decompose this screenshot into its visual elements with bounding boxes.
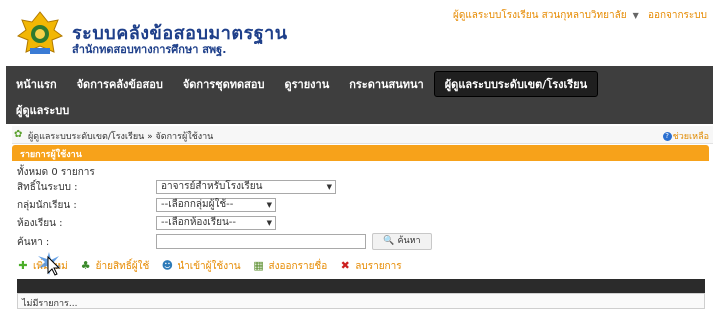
role-label: สิทธิ์ในระบบ : xyxy=(17,182,78,193)
main-nav: หน้าแรก จัดการคลังข้อสอบ จัดการชุดทดสอบ … xyxy=(6,66,713,124)
home-gear-icon: ✿ xyxy=(14,129,23,140)
room-select[interactable]: --เลือกห้องเรียน-- ▼ xyxy=(156,216,276,230)
role-select[interactable]: อาจารย์สำหรับโรงเรียน ▼ xyxy=(156,180,336,194)
nav-item-test-sets[interactable]: จัดการชุดทดสอบ xyxy=(173,72,275,96)
help-icon: ? xyxy=(662,132,672,141)
panel-title: รายการผู้ใช้งาน xyxy=(20,150,82,160)
search-icon: 🔍 xyxy=(383,236,395,246)
delete-icon: ✖ xyxy=(340,259,350,272)
plus-icon: ✚ xyxy=(18,259,28,272)
import-users-label: นำเข้าผู้ใช้งาน xyxy=(177,260,241,272)
action-toolbar: ✚เพิ่มใหม่ ♣ย้ายสิทธิ์ผู้ใช้ ☻นำเข้าผู้ใ… xyxy=(17,258,414,274)
import-users-button[interactable]: ☻ นำเข้าผู้ใช้งาน xyxy=(161,259,241,274)
chevron-down-icon: ▼ xyxy=(632,11,639,20)
site-subtitle: สำนักทดสอบทางการศึกษา สพฐ. xyxy=(72,43,227,56)
help-label: ช่วยเหลือ xyxy=(672,132,709,142)
group-select[interactable]: --เลือกกลุ่มผู้ใช้-- ▼ xyxy=(156,198,276,212)
chevron-down-icon: ▼ xyxy=(266,219,272,227)
grid-header xyxy=(17,279,705,293)
mouse-cursor-icon xyxy=(38,252,61,276)
record-count: ทั้งหมด 0 รายการ xyxy=(17,167,95,178)
chevron-down-icon: ▼ xyxy=(326,183,332,191)
room-select-value: --เลือกห้องเรียน-- xyxy=(161,217,237,228)
export-list-button[interactable]: ▦ ส่งออกรายชื่อ xyxy=(253,259,328,274)
group-label: กลุ่มนักเรียน : xyxy=(17,200,77,211)
panel-header: รายการผู้ใช้งาน xyxy=(12,145,709,161)
search-input[interactable] xyxy=(156,234,366,249)
logout-link[interactable]: ออกจากระบบ xyxy=(648,10,707,21)
empty-message: ไม่มีรายการ... xyxy=(22,299,78,309)
nav-item-forum[interactable]: กระดานสนทนา xyxy=(339,72,434,96)
table-row: ไม่มีรายการ... xyxy=(17,293,705,309)
help-link[interactable]: ? ช่วยเหลือ xyxy=(662,129,709,143)
nav-item-home[interactable]: หน้าแรก xyxy=(6,72,67,96)
obec-emblem-icon xyxy=(16,11,64,54)
user-menu[interactable]: ผู้ดูแลระบบโรงเรียน สวนกุหลาบวิทยาลัย ▼ xyxy=(447,10,639,21)
move-rights-button[interactable]: ♣ ย้ายสิทธิ์ผู้ใช้ xyxy=(80,259,150,274)
spreadsheet-icon: ▦ xyxy=(253,259,264,272)
nav-row-1: หน้าแรก จัดการคลังข้อสอบ จัดการชุดทดสอบ … xyxy=(6,70,599,98)
move-rights-label: ย้ายสิทธิ์ผู้ใช้ xyxy=(95,260,150,272)
delete-button[interactable]: ✖ ลบรายการ xyxy=(339,259,402,274)
site-header: ระบบคลังข้อสอบมาตรฐาน สำนักทดสอบทางการศึ… xyxy=(0,0,713,62)
export-list-label: ส่งออกรายชื่อ xyxy=(268,260,328,272)
search-button[interactable]: 🔍 ค้นหา xyxy=(372,233,432,250)
search-button-label: ค้นหา xyxy=(397,236,421,246)
user-menu-label: ผู้ดูแลระบบโรงเรียน สวนกุหลาบวิทยาลัย xyxy=(452,10,627,21)
role-select-value: อาจารย์สำหรับโรงเรียน xyxy=(161,181,263,192)
users-icon: ♣ xyxy=(80,259,91,272)
breadcrumb-bar: ✿ ผู้ดูแลระบบระดับเขต/โรงเรียน » จัดการผ… xyxy=(12,126,713,144)
nav-item-reports[interactable]: ดูรายงาน xyxy=(274,72,339,96)
nav-item-admin[interactable]: ผู้ดูแลระบบ xyxy=(6,98,79,122)
nav-item-school-admin[interactable]: ผู้ดูแลระบบระดับเขต/โรงเรียน xyxy=(433,71,599,97)
room-label: ห้องเรียน : xyxy=(17,218,63,229)
import-user-icon: ☻ xyxy=(161,259,174,272)
group-select-value: --เลือกกลุ่มผู้ใช้-- xyxy=(161,199,234,210)
chevron-down-icon: ▼ xyxy=(266,201,272,209)
breadcrumb: ผู้ดูแลระบบระดับเขต/โรงเรียน » จัดการผู้… xyxy=(28,132,214,142)
delete-label: ลบรายการ xyxy=(355,260,402,272)
nav-row-2: ผู้ดูแลระบบ xyxy=(6,96,79,124)
top-links: ผู้ดูแลระบบโรงเรียน สวนกุหลาบวิทยาลัย ▼ อ… xyxy=(441,8,707,23)
nav-item-item-bank[interactable]: จัดการคลังข้อสอบ xyxy=(67,72,173,96)
